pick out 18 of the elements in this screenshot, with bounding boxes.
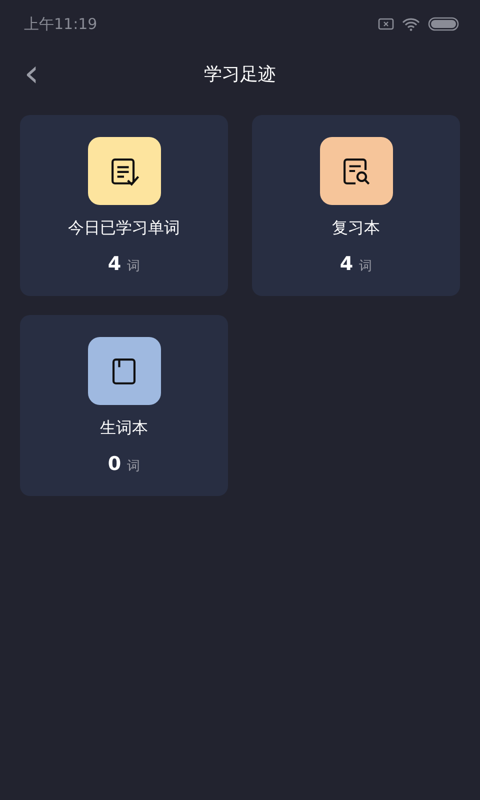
word-count: 4 <box>340 253 354 275</box>
wifi-icon <box>402 18 420 30</box>
count-unit: 词 <box>359 258 372 275</box>
word-count: 0 <box>108 453 122 475</box>
count-unit: 词 <box>127 258 140 275</box>
category-card[interactable]: 今日已学习单词 4 词 <box>20 115 228 296</box>
card-label: 生词本 <box>100 418 148 439</box>
back-button[interactable]: ‹ <box>18 56 46 90</box>
card-label: 复习本 <box>332 218 380 239</box>
count-unit: 词 <box>127 458 140 475</box>
battery-icon <box>428 17 459 31</box>
word-count: 4 <box>108 253 122 275</box>
card-label: 今日已学习单词 <box>68 218 180 239</box>
sim-icon <box>378 18 394 30</box>
status-time: 上午11:19 <box>24 14 98 34</box>
category-card[interactable]: 生词本 0 词 <box>20 315 228 496</box>
page-title: 学习足迹 <box>204 63 276 86</box>
category-card[interactable]: 复习本 4 词 <box>252 115 460 296</box>
